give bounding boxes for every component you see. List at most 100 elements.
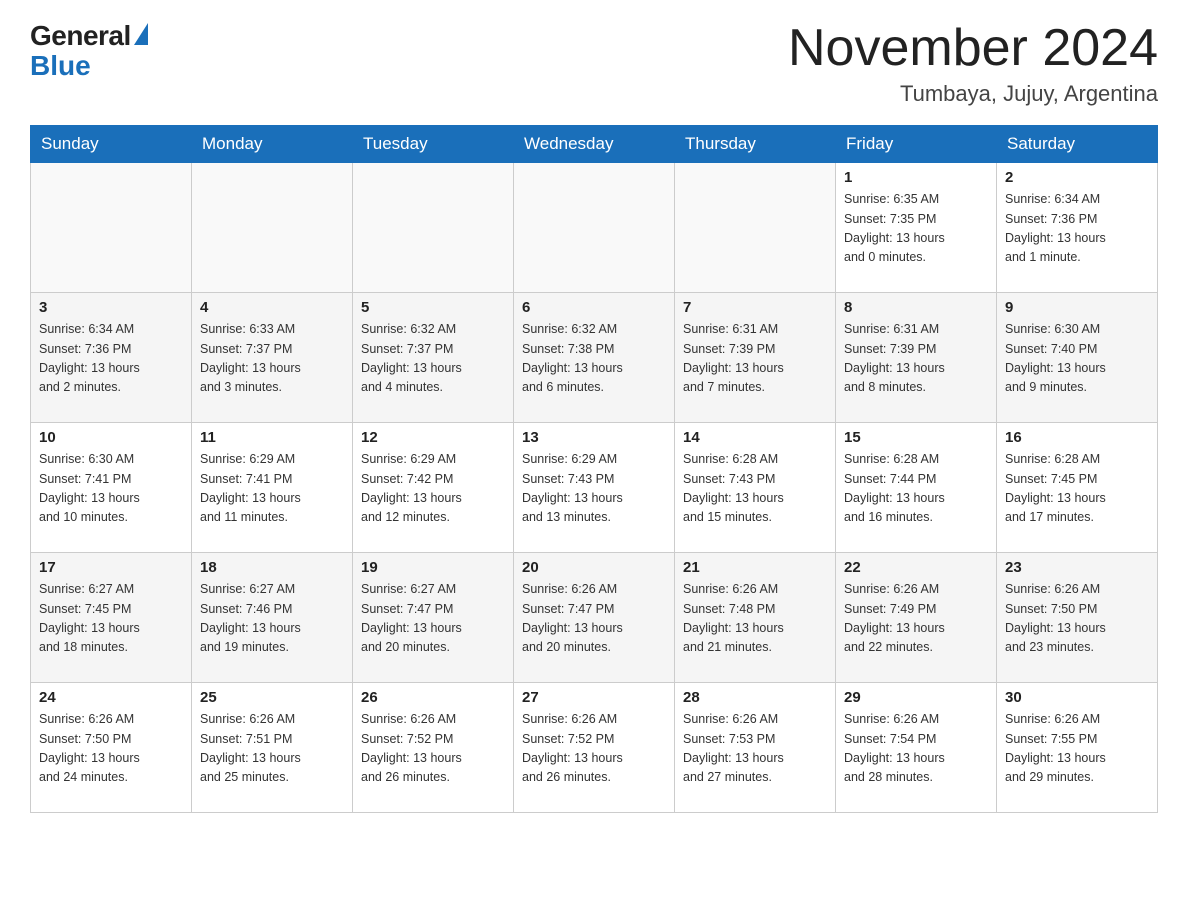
- cell-sun-info: Sunrise: 6:26 AM Sunset: 7:55 PM Dayligh…: [1005, 710, 1149, 788]
- calendar-cell: 17 Sunrise: 6:27 AM Sunset: 7:45 PM Dayli…: [31, 553, 192, 683]
- cell-sun-info: Sunrise: 6:28 AM Sunset: 7:44 PM Dayligh…: [844, 450, 988, 528]
- calendar-cell: 2 Sunrise: 6:34 AM Sunset: 7:36 PM Daylig…: [997, 163, 1158, 293]
- cell-day-number: 23: [1005, 559, 1149, 576]
- cell-day-number: 19: [361, 559, 505, 576]
- cell-sun-info: Sunrise: 6:33 AM Sunset: 7:37 PM Dayligh…: [200, 320, 344, 398]
- cell-day-number: 13: [522, 429, 666, 446]
- page-header: General Blue November 2024 Tumbaya, Juju…: [30, 20, 1158, 107]
- cell-sun-info: Sunrise: 6:26 AM Sunset: 7:48 PM Dayligh…: [683, 580, 827, 658]
- calendar-cell: [514, 163, 675, 293]
- cell-day-number: 25: [200, 689, 344, 706]
- calendar-cell: [192, 163, 353, 293]
- calendar-cell: 6Sunrise: 6:32 AM Sunset: 7:38 PM Daylig…: [514, 293, 675, 423]
- calendar-cell: 25Sunrise: 6:26 AM Sunset: 7:51 PM Dayli…: [192, 683, 353, 813]
- cell-sun-info: Sunrise: 6:34 AM Sunset: 7:36 PM Dayligh…: [1005, 190, 1149, 268]
- calendar-cell: 27 Sunrise: 6:26 AM Sunset: 7:52 PM Dayli…: [514, 683, 675, 813]
- calendar-week-row: 24Sunrise: 6:26 AM Sunset: 7:50 PM Dayli…: [31, 683, 1158, 813]
- cell-day-number: 9: [1005, 299, 1149, 316]
- calendar-cell: 10 Sunrise: 6:30 AM Sunset: 7:41 PM Dayli…: [31, 423, 192, 553]
- title-section: November 2024 Tumbaya, Jujuy, Argentina: [788, 20, 1158, 107]
- cell-sun-info: Sunrise: 6:29 AM Sunset: 7:41 PM Dayligh…: [200, 450, 344, 528]
- calendar-cell: 7 Sunrise: 6:31 AM Sunset: 7:39 PM Daylig…: [675, 293, 836, 423]
- calendar-cell: [353, 163, 514, 293]
- calendar-header-wednesday: Wednesday: [514, 126, 675, 163]
- cell-day-number: 10: [39, 429, 183, 446]
- cell-sun-info: Sunrise: 6:26 AM Sunset: 7:49 PM Dayligh…: [844, 580, 988, 658]
- calendar-cell: [31, 163, 192, 293]
- logo-general-text: General: [30, 20, 131, 52]
- logo-triangle-icon: [134, 23, 148, 45]
- calendar-cell: 18Sunrise: 6:27 AM Sunset: 7:46 PM Dayli…: [192, 553, 353, 683]
- calendar-cell: 14 Sunrise: 6:28 AM Sunset: 7:43 PM Dayli…: [675, 423, 836, 553]
- calendar-cell: 13Sunrise: 6:29 AM Sunset: 7:43 PM Dayli…: [514, 423, 675, 553]
- calendar-cell: 28 Sunrise: 6:26 AM Sunset: 7:53 PM Dayli…: [675, 683, 836, 813]
- calendar-cell: 11 Sunrise: 6:29 AM Sunset: 7:41 PM Dayli…: [192, 423, 353, 553]
- cell-day-number: 7: [683, 299, 827, 316]
- cell-sun-info: Sunrise: 6:27 AM Sunset: 7:46 PM Dayligh…: [200, 580, 344, 658]
- cell-day-number: 2: [1005, 169, 1149, 186]
- calendar-cell: 9 Sunrise: 6:30 AM Sunset: 7:40 PM Daylig…: [997, 293, 1158, 423]
- cell-day-number: 29: [844, 689, 988, 706]
- cell-day-number: 22: [844, 559, 988, 576]
- calendar-header-row: SundayMondayTuesdayWednesdayThursdayFrid…: [31, 126, 1158, 163]
- cell-sun-info: Sunrise: 6:26 AM Sunset: 7:52 PM Dayligh…: [522, 710, 666, 788]
- calendar-cell: 22 Sunrise: 6:26 AM Sunset: 7:49 PM Dayli…: [836, 553, 997, 683]
- cell-day-number: 15: [844, 429, 988, 446]
- cell-day-number: 30: [1005, 689, 1149, 706]
- calendar-cell: 20 Sunrise: 6:26 AM Sunset: 7:47 PM Dayli…: [514, 553, 675, 683]
- calendar-cell: 19Sunrise: 6:27 AM Sunset: 7:47 PM Dayli…: [353, 553, 514, 683]
- calendar-header-saturday: Saturday: [997, 126, 1158, 163]
- calendar-header-thursday: Thursday: [675, 126, 836, 163]
- month-year-title: November 2024: [788, 20, 1158, 77]
- cell-day-number: 16: [1005, 429, 1149, 446]
- cell-sun-info: Sunrise: 6:26 AM Sunset: 7:50 PM Dayligh…: [1005, 580, 1149, 658]
- cell-sun-info: Sunrise: 6:32 AM Sunset: 7:37 PM Dayligh…: [361, 320, 505, 398]
- calendar-week-row: 3 Sunrise: 6:34 AM Sunset: 7:36 PM Daylig…: [31, 293, 1158, 423]
- calendar-header-sunday: Sunday: [31, 126, 192, 163]
- calendar-week-row: 17 Sunrise: 6:27 AM Sunset: 7:45 PM Dayli…: [31, 553, 1158, 683]
- calendar-week-row: 10 Sunrise: 6:30 AM Sunset: 7:41 PM Dayli…: [31, 423, 1158, 553]
- cell-sun-info: Sunrise: 6:30 AM Sunset: 7:41 PM Dayligh…: [39, 450, 183, 528]
- calendar-header-tuesday: Tuesday: [353, 126, 514, 163]
- calendar-table: SundayMondayTuesdayWednesdayThursdayFrid…: [30, 125, 1158, 813]
- calendar-cell: 16 Sunrise: 6:28 AM Sunset: 7:45 PM Dayli…: [997, 423, 1158, 553]
- calendar-cell: 12Sunrise: 6:29 AM Sunset: 7:42 PM Dayli…: [353, 423, 514, 553]
- cell-sun-info: Sunrise: 6:31 AM Sunset: 7:39 PM Dayligh…: [844, 320, 988, 398]
- cell-sun-info: Sunrise: 6:26 AM Sunset: 7:54 PM Dayligh…: [844, 710, 988, 788]
- cell-day-number: 11: [200, 429, 344, 446]
- cell-day-number: 3: [39, 299, 183, 316]
- calendar-week-row: 1 Sunrise: 6:35 AM Sunset: 7:35 PM Daylig…: [31, 163, 1158, 293]
- cell-day-number: 14: [683, 429, 827, 446]
- cell-sun-info: Sunrise: 6:26 AM Sunset: 7:52 PM Dayligh…: [361, 710, 505, 788]
- calendar-cell: 5 Sunrise: 6:32 AM Sunset: 7:37 PM Daylig…: [353, 293, 514, 423]
- cell-day-number: 8: [844, 299, 988, 316]
- calendar-cell: 30 Sunrise: 6:26 AM Sunset: 7:55 PM Dayli…: [997, 683, 1158, 813]
- logo: General Blue: [30, 20, 148, 80]
- cell-day-number: 26: [361, 689, 505, 706]
- calendar-cell: 4 Sunrise: 6:33 AM Sunset: 7:37 PM Daylig…: [192, 293, 353, 423]
- cell-day-number: 5: [361, 299, 505, 316]
- cell-sun-info: Sunrise: 6:34 AM Sunset: 7:36 PM Dayligh…: [39, 320, 183, 398]
- calendar-cell: 8 Sunrise: 6:31 AM Sunset: 7:39 PM Daylig…: [836, 293, 997, 423]
- calendar-cell: 29 Sunrise: 6:26 AM Sunset: 7:54 PM Dayli…: [836, 683, 997, 813]
- cell-day-number: 20: [522, 559, 666, 576]
- cell-sun-info: Sunrise: 6:26 AM Sunset: 7:53 PM Dayligh…: [683, 710, 827, 788]
- cell-day-number: 21: [683, 559, 827, 576]
- cell-sun-info: Sunrise: 6:31 AM Sunset: 7:39 PM Dayligh…: [683, 320, 827, 398]
- logo-blue-text: Blue: [30, 52, 91, 80]
- cell-day-number: 28: [683, 689, 827, 706]
- cell-day-number: 17: [39, 559, 183, 576]
- cell-day-number: 27: [522, 689, 666, 706]
- cell-sun-info: Sunrise: 6:35 AM Sunset: 7:35 PM Dayligh…: [844, 190, 988, 268]
- cell-day-number: 24: [39, 689, 183, 706]
- cell-sun-info: Sunrise: 6:28 AM Sunset: 7:43 PM Dayligh…: [683, 450, 827, 528]
- cell-sun-info: Sunrise: 6:30 AM Sunset: 7:40 PM Dayligh…: [1005, 320, 1149, 398]
- cell-sun-info: Sunrise: 6:26 AM Sunset: 7:47 PM Dayligh…: [522, 580, 666, 658]
- cell-sun-info: Sunrise: 6:27 AM Sunset: 7:45 PM Dayligh…: [39, 580, 183, 658]
- cell-day-number: 4: [200, 299, 344, 316]
- calendar-cell: 23 Sunrise: 6:26 AM Sunset: 7:50 PM Dayli…: [997, 553, 1158, 683]
- calendar-cell: 26 Sunrise: 6:26 AM Sunset: 7:52 PM Dayli…: [353, 683, 514, 813]
- cell-day-number: 1: [844, 169, 988, 186]
- cell-sun-info: Sunrise: 6:28 AM Sunset: 7:45 PM Dayligh…: [1005, 450, 1149, 528]
- calendar-cell: [675, 163, 836, 293]
